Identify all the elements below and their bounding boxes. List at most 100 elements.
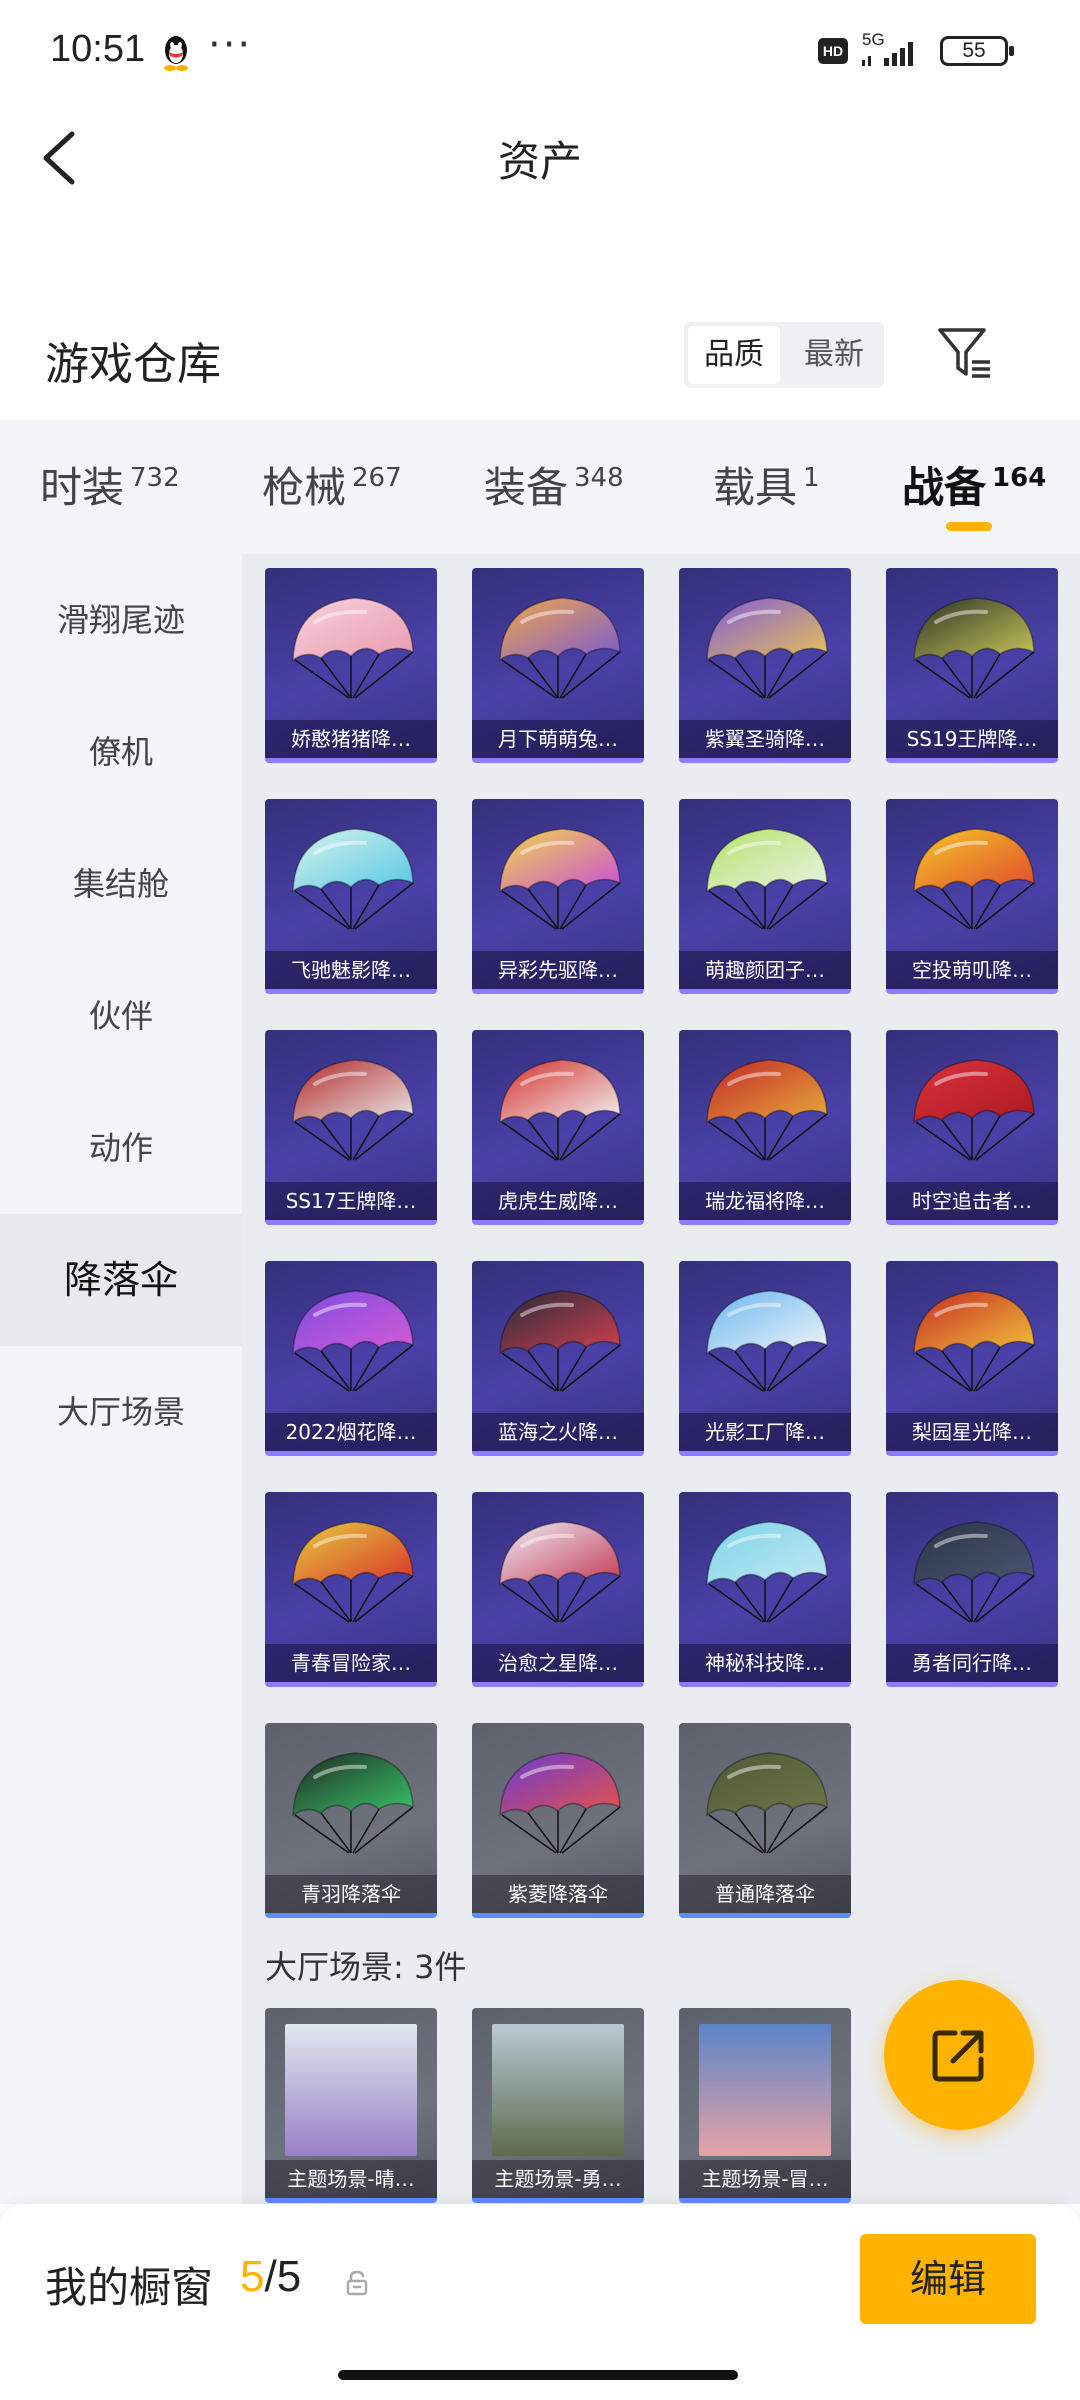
parachute-icon xyxy=(292,597,414,699)
parachute-name: SS17王牌降… xyxy=(265,1182,437,1220)
parachute-card[interactable]: 普通降落伞 xyxy=(679,1723,851,1918)
tab-fashion[interactable]: 时装 732 xyxy=(40,454,180,514)
share-icon xyxy=(932,2030,984,2082)
more-dots: ··· xyxy=(208,22,253,68)
sidebar-item-assembly-pod[interactable]: 集结舱 xyxy=(0,818,242,950)
parachute-card[interactable]: 虎虎生威降… xyxy=(472,1030,644,1225)
parachute-card[interactable]: 梨园星光降… xyxy=(886,1261,1058,1456)
scene-thumbnail xyxy=(699,2024,831,2156)
parachute-card[interactable]: 紫菱降落伞 xyxy=(472,1723,644,1918)
parachute-card[interactable]: 勇者同行降… xyxy=(886,1492,1058,1687)
home-indicator[interactable] xyxy=(338,2370,738,2380)
tab-label: 枪械 xyxy=(262,463,347,512)
scene-name: 主题场景-勇… xyxy=(472,2160,644,2198)
scene-card[interactable]: 主题场景-冒… xyxy=(679,2008,851,2203)
parachute-icon xyxy=(499,828,621,930)
tab-label: 装备 xyxy=(484,463,569,512)
tab-weapons[interactable]: 枪械 267 xyxy=(262,454,402,514)
share-button[interactable] xyxy=(884,1980,1034,2130)
scene-card[interactable]: 主题场景-勇… xyxy=(472,2008,644,2203)
parachute-card[interactable]: 飞驰魅影降… xyxy=(265,799,437,994)
parachute-card[interactable]: 异彩先驱降… xyxy=(472,799,644,994)
tab-count: 267 xyxy=(352,463,402,493)
parachute-icon xyxy=(913,1521,1035,1623)
parachute-name: 青羽降落伞 xyxy=(265,1875,437,1913)
parachute-name: 瑞龙福将降… xyxy=(679,1182,851,1220)
hd-badge: HD xyxy=(818,38,848,64)
sidebar-item-parachute[interactable]: 降落伞 xyxy=(0,1214,242,1346)
parachute-card[interactable]: 娇憨猪猪降… xyxy=(265,568,437,763)
tab-vehicles[interactable]: 载具 1 xyxy=(713,454,820,514)
parachute-name: 光影工厂降… xyxy=(679,1413,851,1451)
sidebar-item-lobby-scene[interactable]: 大厅场景 xyxy=(0,1346,242,1478)
parachute-name: 紫菱降落伞 xyxy=(472,1875,644,1913)
sidebar-item-emote[interactable]: 动作 xyxy=(0,1082,242,1214)
parachute-name: 2022烟花降… xyxy=(265,1413,437,1451)
parachute-icon xyxy=(499,1752,621,1854)
parachute-icon xyxy=(499,1059,621,1161)
scene-thumbnail xyxy=(285,2024,417,2156)
tab-equipment[interactable]: 装备 348 xyxy=(484,454,624,514)
lobby-scene-section-label: 大厅场景: 3件 xyxy=(265,1948,467,1986)
sort-toggle: 品质 最新 xyxy=(684,322,884,388)
parachute-card[interactable]: 月下萌萌兔… xyxy=(472,568,644,763)
scene-name: 主题场景-晴… xyxy=(265,2160,437,2198)
showcase-count-total: /5 xyxy=(264,2252,302,2301)
parachute-name: 娇憨猪猪降… xyxy=(265,720,437,758)
parachute-name: 空投萌叽降… xyxy=(886,951,1058,989)
parachute-icon xyxy=(706,597,828,699)
parachute-card[interactable]: 2022烟花降… xyxy=(265,1261,437,1456)
tab-count: 164 xyxy=(992,463,1047,493)
parachute-name: 蓝海之火降… xyxy=(472,1413,644,1451)
parachute-name: 时空追击者… xyxy=(886,1182,1058,1220)
parachute-icon xyxy=(706,828,828,930)
parachute-icon xyxy=(292,1521,414,1623)
parachute-icon xyxy=(706,1059,828,1161)
parachute-card[interactable]: 光影工厂降… xyxy=(679,1261,851,1456)
filter-icon[interactable] xyxy=(934,322,994,382)
parachute-icon xyxy=(292,1752,414,1854)
sidebar-item-glide-trail[interactable]: 滑翔尾迹 xyxy=(0,554,242,686)
parachute-icon xyxy=(706,1290,828,1392)
tab-count: 1 xyxy=(803,463,820,493)
parachute-icon xyxy=(499,1521,621,1623)
parachute-name: 普通降落伞 xyxy=(679,1875,851,1913)
parachute-icon xyxy=(706,1521,828,1623)
parachute-card[interactable]: 治愈之星降… xyxy=(472,1492,644,1687)
parachute-name: 勇者同行降… xyxy=(886,1644,1058,1682)
parachute-icon xyxy=(292,1059,414,1161)
parachute-card[interactable]: 时空追击者… xyxy=(886,1030,1058,1225)
lock-icon xyxy=(346,2270,368,2296)
parachute-card[interactable]: 青春冒险家… xyxy=(265,1492,437,1687)
parachute-name: 飞驰魅影降… xyxy=(265,951,437,989)
tab-count: 348 xyxy=(574,463,624,493)
parachute-card[interactable]: SS17王牌降… xyxy=(265,1030,437,1225)
parachute-name: 异彩先驱降… xyxy=(472,951,644,989)
scene-card[interactable]: 主题场景-晴… xyxy=(265,2008,437,2203)
sidebar-item-wingman[interactable]: 僚机 xyxy=(0,686,242,818)
showcase-count-current: 5 xyxy=(240,2252,265,2301)
showcase-label: 我的橱窗 xyxy=(45,2263,214,2312)
parachute-name: 萌趣颜团子… xyxy=(679,951,851,989)
tab-label: 时装 xyxy=(40,463,125,512)
warehouse-title: 游戏仓库 xyxy=(45,339,221,390)
parachute-card[interactable]: 紫翼圣骑降… xyxy=(679,568,851,763)
parachute-card[interactable]: 蓝海之火降… xyxy=(472,1261,644,1456)
parachute-icon xyxy=(292,1290,414,1392)
parachute-card[interactable]: 瑞龙福将降… xyxy=(679,1030,851,1225)
sort-by-quality-button[interactable]: 品质 xyxy=(688,326,780,384)
parachute-card[interactable]: 青羽降落伞 xyxy=(265,1723,437,1918)
parachute-card[interactable]: 萌趣颜团子… xyxy=(679,799,851,994)
parachute-card[interactable]: SS19王牌降… xyxy=(886,568,1058,763)
sort-by-newest-button[interactable]: 最新 xyxy=(788,326,880,384)
parachute-name: 治愈之星降… xyxy=(472,1644,644,1682)
parachute-name: 青春冒险家… xyxy=(265,1644,437,1682)
tab-combat-gear[interactable]: 战备 164 xyxy=(902,454,1046,514)
parachute-icon xyxy=(706,1752,828,1854)
parachute-card[interactable]: 神秘科技降… xyxy=(679,1492,851,1687)
edit-button[interactable]: 编辑 xyxy=(860,2234,1036,2324)
sidebar-item-companion[interactable]: 伙伴 xyxy=(0,950,242,1082)
parachute-icon xyxy=(499,1290,621,1392)
parachute-card[interactable]: 空投萌叽降… xyxy=(886,799,1058,994)
parachute-icon xyxy=(913,597,1035,699)
